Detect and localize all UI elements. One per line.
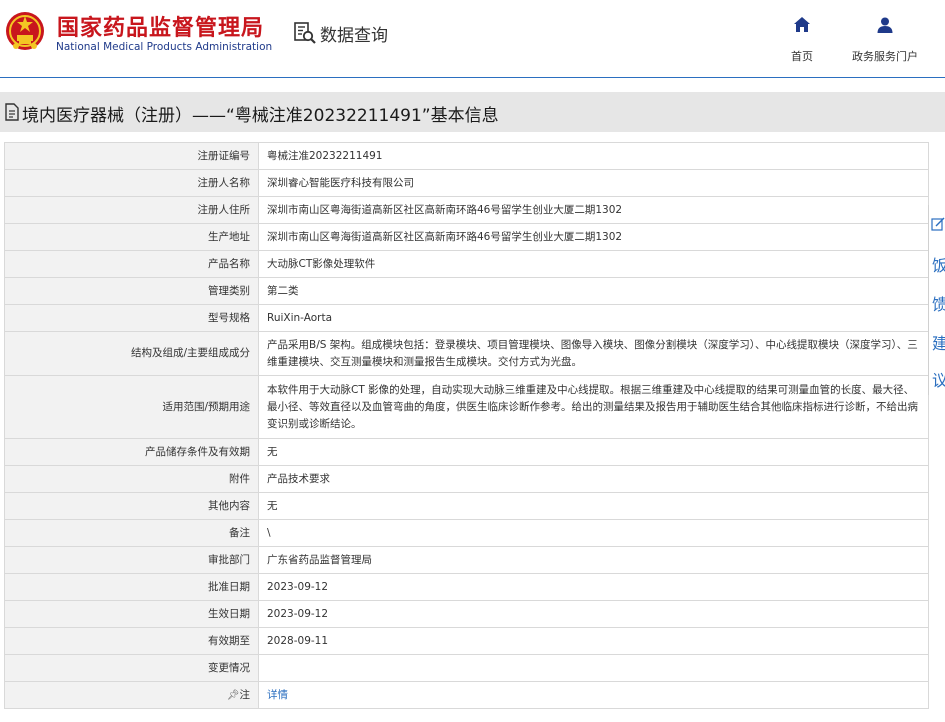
row-label: 批准日期 (4, 573, 259, 601)
side-strip-border (928, 205, 929, 395)
home-icon (794, 17, 810, 32)
table-row: 适用范围/预期用途 本软件用于大动脉CT 影像的处理，自动实现大动脉三维重建及中… (4, 375, 929, 439)
table-row: 注册证编号 粤械注准20232211491 (4, 142, 929, 170)
user-icon (877, 17, 893, 33)
row-value: 第二类 (258, 277, 929, 305)
row-label: 产品储存条件及有效期 (4, 438, 259, 466)
table-row: 生产地址 深圳市南山区粤海街道高新区社区高新南环路46号留学生创业大厦二期130… (4, 223, 929, 251)
row-label: 审批部门 (4, 546, 259, 574)
brand-name-en[interactable]: National Medical Products Administration (56, 41, 272, 53)
row-label: 其他内容 (4, 492, 259, 520)
side-strip-char: 建 (932, 334, 945, 353)
row-label: 结构及组成/主要组成成分 (4, 331, 259, 376)
row-value: 深圳市南山区粤海街道高新区社区高新南环路46号留学生创业大厦二期1302 (258, 196, 929, 224)
table-row: 其他内容 无 (4, 492, 929, 520)
device-info-table: 注册证编号 粤械注准20232211491 注册人名称 深圳睿心智能医疗科技有限… (4, 142, 929, 709)
row-value (258, 654, 929, 682)
document-search-icon (294, 22, 316, 44)
table-row: 附件 产品技术要求 (4, 465, 929, 493)
site-header: 国家药品监督管理局 National Medical Products Admi… (0, 0, 945, 78)
table-row: 批准日期 2023-09-12 (4, 573, 929, 601)
table-row: 有效期至 2028-09-11 (4, 627, 929, 655)
row-label: 有效期至 (4, 627, 259, 655)
row-label: 备注 (4, 519, 259, 547)
row-label: 变更情况 (4, 654, 259, 682)
row-label: 生产地址 (4, 223, 259, 251)
row-label: 注册人名称 (4, 169, 259, 197)
nav-service-portal-label: 政务服务门户 (852, 50, 918, 63)
row-value: 大动脉CT影像处理软件 (258, 250, 929, 278)
table-row: 备注 \ (4, 519, 929, 547)
row-label: 生效日期 (4, 600, 259, 628)
edit-icon (931, 217, 945, 231)
data-query-link[interactable]: 数据查询 (293, 20, 388, 46)
document-icon (5, 103, 19, 121)
table-row: 注册人名称 深圳睿心智能医疗科技有限公司 (4, 169, 929, 197)
row-value-note: 详情 (258, 681, 929, 709)
row-value: \ (258, 519, 929, 547)
table-row: 生效日期 2023-09-12 (4, 600, 929, 628)
table-row: 型号规格 RuiXin-Aorta (4, 304, 929, 332)
row-value: 2028-09-11 (258, 627, 929, 655)
side-strip-char: 馈 (932, 295, 945, 314)
side-strip-char: 饭 (932, 256, 945, 275)
table-row: 📌︎注 详情 (4, 681, 929, 709)
note-label: 注 (239, 688, 251, 701)
table-row: 结构及组成/主要组成成分 产品采用B/S 架构。组成模块包括：登录模块、项目管理… (4, 331, 929, 376)
table-row: 产品储存条件及有效期 无 (4, 438, 929, 466)
row-value: 产品采用B/S 架构。组成模块包括：登录模块、项目管理模块、图像导入模块、图像分… (258, 331, 929, 376)
header-divider (0, 77, 945, 78)
data-query-label: 数据查询 (320, 25, 388, 46)
row-value: 深圳睿心智能医疗科技有限公司 (258, 169, 929, 197)
nav-home-label: 首页 (791, 50, 813, 63)
row-label: 产品名称 (4, 250, 259, 278)
row-value: RuiXin-Aorta (258, 304, 929, 332)
brand-name-cn[interactable]: 国家药品监督管理局 (57, 10, 264, 42)
row-label: 管理类别 (4, 277, 259, 305)
table-row: 产品名称 大动脉CT影像处理软件 (4, 250, 929, 278)
row-value: 2023-09-12 (258, 600, 929, 628)
row-value: 本软件用于大动脉CT 影像的处理，自动实现大动脉三维重建及中心线提取。根据三维重… (258, 375, 929, 439)
row-value: 深圳市南山区粤海街道高新区社区高新南环路46号留学生创业大厦二期1302 (258, 223, 929, 251)
row-value: 无 (258, 492, 929, 520)
nav-service-portal[interactable]: 政务服务门户 (846, 16, 924, 64)
row-label: 注册人住所 (4, 196, 259, 224)
national-emblem-icon (6, 12, 44, 50)
table-row: 管理类别 第二类 (4, 277, 929, 305)
row-label: 注册证编号 (4, 142, 259, 170)
row-value: 粤械注准20232211491 (258, 142, 929, 170)
row-value: 广东省药品监督管理局 (258, 546, 929, 574)
row-label: 型号规格 (4, 304, 259, 332)
row-label: 适用范围/预期用途 (4, 375, 259, 439)
row-label: 附件 (4, 465, 259, 493)
feedback-side-strip[interactable]: 饭 馈 建 议 (928, 205, 945, 395)
table-row: 审批部门 广东省药品监督管理局 (4, 546, 929, 574)
table-row: 变更情况 (4, 654, 929, 682)
page-title-bar: 境内医疗器械（注册）——“粤械注准20232211491”基本信息 (0, 92, 945, 132)
side-strip-char: 议 (932, 371, 945, 390)
pin-icon: 📌︎ (226, 689, 240, 701)
page-title: 境内医疗器械（注册）——“粤械注准20232211491”基本信息 (22, 106, 499, 126)
table-row: 注册人住所 深圳市南山区粤海街道高新区社区高新南环路46号留学生创业大厦二期13… (4, 196, 929, 224)
row-value: 产品技术要求 (258, 465, 929, 493)
row-label-note: 📌︎注 (4, 681, 259, 709)
row-value: 无 (258, 438, 929, 466)
details-link[interactable]: 详情 (267, 689, 288, 701)
nav-home[interactable]: 首页 (782, 16, 822, 64)
row-value: 2023-09-12 (258, 573, 929, 601)
